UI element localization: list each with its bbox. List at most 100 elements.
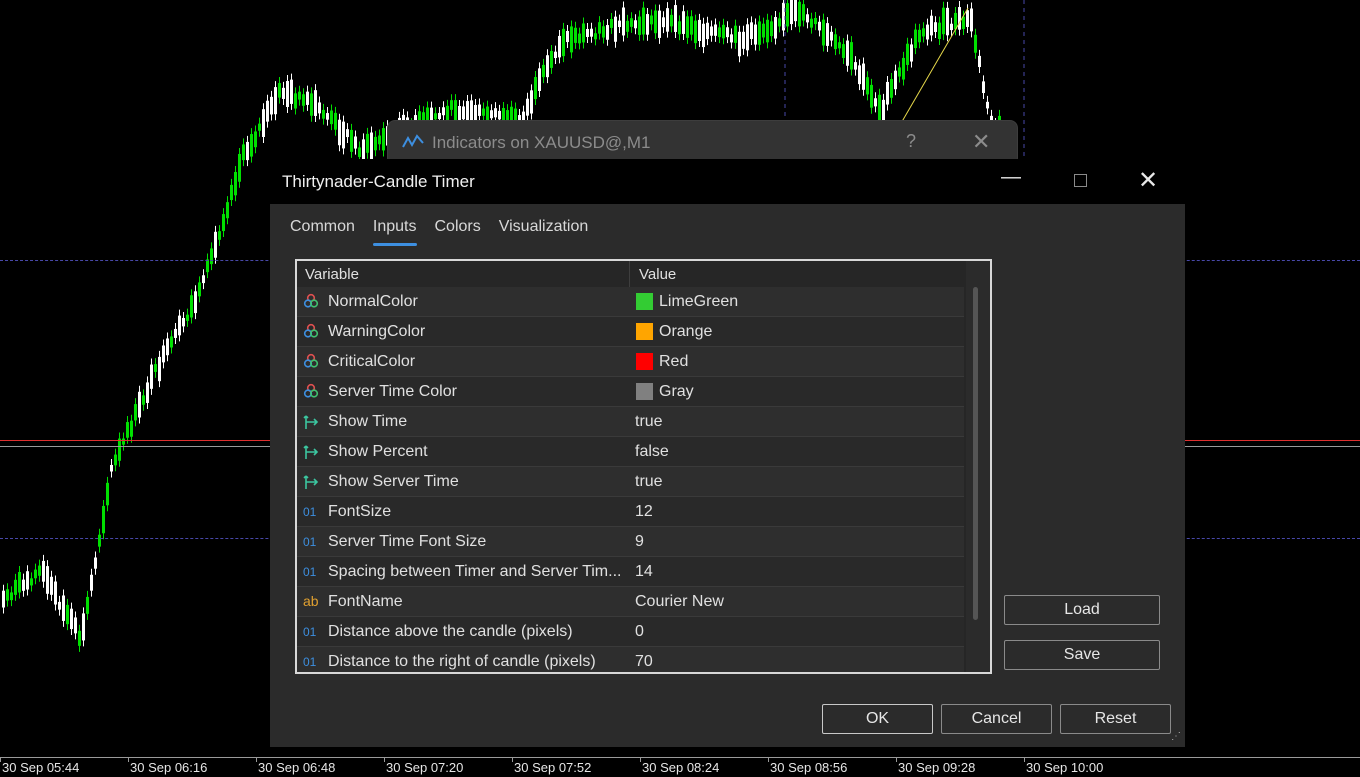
variable-value[interactable]: Gray [659, 383, 694, 401]
table-row[interactable]: CriticalColor Red [297, 347, 964, 377]
time-label: 30 Sep 06:48 [258, 760, 336, 775]
time-label: 30 Sep 07:52 [514, 760, 592, 775]
candle-body [630, 18, 633, 27]
candle-body [182, 317, 185, 327]
variable-value[interactable]: Red [659, 353, 688, 371]
candle-body [266, 100, 269, 122]
variable-value[interactable]: true [635, 413, 663, 431]
minimize-button[interactable]: — [1001, 166, 1021, 189]
tab-colors[interactable]: Colors [435, 216, 481, 238]
candle-body [654, 10, 657, 34]
candle-body [530, 90, 533, 114]
dialog-title: Thirtynader-Candle Timer [282, 172, 475, 191]
candle-body [766, 19, 769, 43]
variable-value[interactable]: true [635, 473, 663, 491]
table-row[interactable]: Show Server Time true [297, 467, 964, 497]
candle-body [246, 141, 249, 161]
table-row[interactable]: NormalColor LimeGreen [297, 287, 964, 317]
candle-body [894, 70, 897, 90]
tab-inputs[interactable]: Inputs [372, 216, 417, 246]
load-button[interactable]: Load [1004, 595, 1160, 625]
close-button[interactable]: ✕ [1138, 166, 1158, 195]
color-icon [303, 323, 321, 341]
candle-body [38, 565, 41, 576]
variable-value[interactable]: 70 [635, 653, 653, 671]
reset-button[interactable]: Reset [1060, 704, 1171, 734]
candle-body [790, 0, 793, 25]
candle-body [130, 420, 133, 437]
candle-body [570, 26, 573, 53]
variable-value[interactable]: Courier New [635, 593, 724, 611]
color-swatch[interactable] [636, 293, 653, 310]
candle-body [478, 104, 481, 116]
column-header-variable: Variable [305, 266, 359, 283]
candle-body [58, 601, 61, 610]
tab-visualization[interactable]: Visualization [499, 216, 589, 238]
time-axis: 30 Sep 05:44 30 Sep 06:16 30 Sep 06:48 30 S… [0, 757, 1360, 777]
candle-body [2, 590, 5, 608]
table-row[interactable]: ab FontName Courier New [297, 587, 964, 617]
table-row[interactable]: Show Time true [297, 407, 964, 437]
variable-value[interactable]: 14 [635, 563, 653, 581]
candle-body [986, 101, 989, 109]
close-icon[interactable]: ✕ [972, 129, 990, 155]
variable-name: FontSize [328, 503, 392, 520]
color-swatch[interactable] [636, 323, 653, 340]
save-button[interactable]: Save [1004, 640, 1160, 670]
candle-body [22, 579, 25, 591]
variable-value[interactable]: 0 [635, 623, 644, 641]
candle-body [358, 147, 361, 157]
candle-body [494, 108, 497, 118]
scrollbar-track[interactable] [966, 261, 990, 672]
table-row[interactable]: 01 Spacing between Timer and Server Tim..… [297, 557, 964, 587]
svg-text:ab: ab [303, 593, 319, 609]
help-icon[interactable]: ? [906, 131, 916, 152]
candle-body [546, 55, 549, 78]
variable-value[interactable]: 9 [635, 533, 644, 551]
resize-grip-icon[interactable]: ⋰ [1171, 731, 1181, 742]
table-row[interactable]: WarningColor Orange [297, 317, 964, 347]
variable-value[interactable]: 12 [635, 503, 653, 521]
color-swatch[interactable] [636, 353, 653, 370]
color-swatch[interactable] [636, 383, 653, 400]
svg-text:01: 01 [303, 535, 317, 549]
ok-button[interactable]: OK [822, 704, 933, 734]
table-row[interactable]: 01 Distance to the right of candle (pixel… [297, 647, 964, 672]
candle-body [774, 17, 777, 39]
candle-body [286, 81, 289, 107]
candle-body [350, 129, 353, 152]
candle-body [694, 20, 697, 44]
candle-body [682, 11, 685, 34]
candle-body [334, 112, 337, 130]
maximize-button[interactable] [1074, 174, 1087, 187]
candle-body [70, 608, 73, 630]
cancel-button[interactable]: Cancel [941, 704, 1052, 734]
candle-body [102, 505, 105, 534]
table-row[interactable]: Show Percent false [297, 437, 964, 467]
scrollbar-thumb[interactable] [973, 287, 978, 620]
candle-body [606, 25, 609, 40]
candle-body [870, 84, 873, 108]
variable-value[interactable]: Orange [659, 323, 712, 341]
candle-body [158, 356, 161, 382]
table-row[interactable]: 01 Server Time Font Size 9 [297, 527, 964, 557]
dialog-titlebar[interactable]: Thirtynader-Candle Timer — ✕ [258, 159, 1185, 204]
candle-body [786, 3, 789, 27]
tab-common[interactable]: Common [290, 216, 355, 238]
variable-value[interactable]: false [635, 443, 669, 461]
table-row[interactable]: 01 Distance above the candle (pixels) 0 [297, 617, 964, 647]
inputs-grid[interactable]: Variable Value NormalColor LimeGreen Warni… [295, 259, 992, 674]
candle-body [442, 107, 445, 116]
candle-body [342, 121, 345, 149]
candle-body [882, 99, 885, 121]
candle-body [966, 10, 969, 27]
table-row[interactable]: 01 FontSize 12 [297, 497, 964, 527]
variable-value[interactable]: LimeGreen [659, 293, 738, 311]
candle-body [10, 592, 13, 601]
variable-name: CriticalColor [328, 353, 416, 370]
candle-body [178, 315, 181, 336]
table-row[interactable]: Server Time Color Gray [297, 377, 964, 407]
candle-body [622, 7, 625, 36]
candle-body [714, 24, 717, 36]
candle-body [690, 16, 693, 35]
